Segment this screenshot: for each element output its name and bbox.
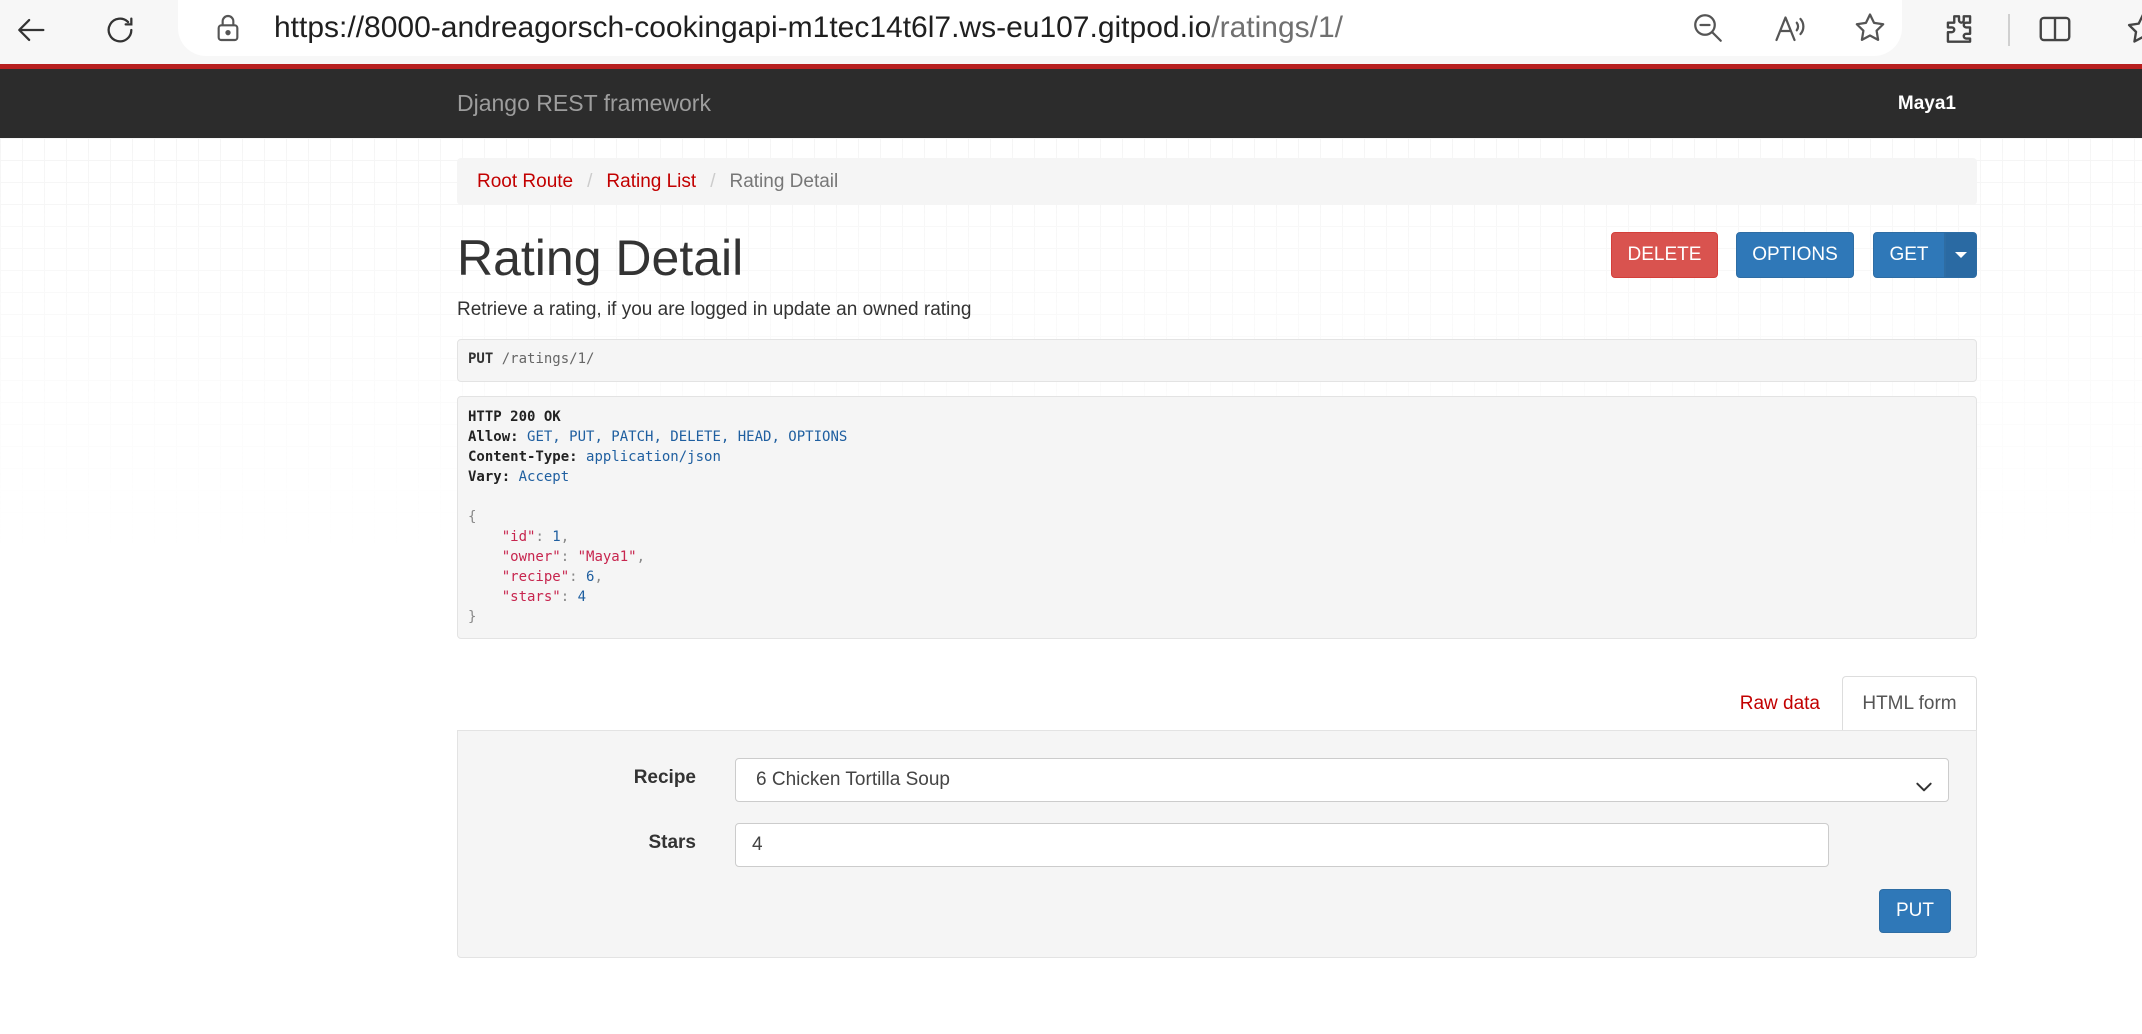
page-title: Rating Detail: [457, 230, 744, 286]
favorites-icon[interactable]: [2124, 10, 2142, 48]
tab-html-form[interactable]: HTML form: [1842, 676, 1977, 732]
url-path: /ratings/1/: [1211, 11, 1343, 44]
zoom-out-icon[interactable]: [1690, 10, 1726, 46]
stars-label: Stars: [648, 832, 696, 853]
user-menu[interactable]: Maya1: [1898, 69, 1956, 138]
lock-icon[interactable]: [212, 12, 244, 44]
breadcrumb-rating-detail: Rating Detail: [729, 170, 839, 192]
response-info: HTTP 200 OK Allow: GET, PUT, PATCH, DELE…: [457, 396, 1977, 639]
json-open-brace: {: [468, 509, 477, 525]
json-close-brace: }: [468, 609, 477, 625]
url-text[interactable]: https://8000-andreagorsch-cookingapi-m1t…: [274, 8, 1343, 48]
breadcrumb-separator: /: [587, 170, 593, 192]
request-info: PUT /ratings/1/: [457, 339, 1977, 382]
breadcrumb: Root Route / Rating List / Rating Detail: [457, 158, 1977, 205]
split-screen-icon[interactable]: [2036, 10, 2074, 48]
json-field: "recipe": 6,: [501, 569, 603, 585]
extensions-icon[interactable]: [1940, 10, 1978, 48]
stars-input[interactable]: 4: [735, 823, 1829, 867]
read-aloud-icon[interactable]: [1772, 10, 1808, 46]
response-header: Vary: Accept: [468, 469, 570, 485]
recipe-select[interactable]: 6 Chicken Tortilla Soup: [735, 758, 1949, 802]
options-button[interactable]: OPTIONS: [1736, 232, 1854, 278]
chevron-down-icon: [1914, 771, 1934, 792]
form-tabs: Raw data HTML form: [1680, 676, 1977, 732]
recipe-selected-value: 6 Chicken Tortilla Soup: [756, 769, 950, 790]
caret-down-icon: [1955, 252, 1967, 258]
breadcrumb-separator: /: [710, 170, 716, 192]
back-icon[interactable]: [10, 8, 54, 52]
page-description: Retrieve a rating, if you are logged in …: [457, 299, 972, 320]
json-field: "owner": "Maya1",: [501, 549, 646, 565]
favorite-star-icon[interactable]: [1852, 10, 1888, 46]
delete-button[interactable]: DELETE: [1611, 232, 1718, 278]
response-status: HTTP 200 OK: [468, 409, 561, 425]
navbar: Django REST framework Maya1: [0, 69, 2142, 138]
tab-raw-data[interactable]: Raw data: [1680, 676, 1840, 731]
recipe-label: Recipe: [633, 767, 696, 788]
json-field: "id": 1,: [501, 529, 570, 545]
brand-link[interactable]: Django REST framework: [457, 69, 711, 138]
refresh-icon[interactable]: [98, 8, 142, 52]
breadcrumb-rating-list[interactable]: Rating List: [606, 171, 696, 193]
address-bar[interactable]: https://8000-andreagorsch-cookingapi-m1t…: [178, 0, 1902, 56]
put-form: Recipe 6 Chicken Tortilla Soup Stars 4 P…: [457, 730, 1977, 958]
request-method: PUT: [468, 351, 494, 367]
put-button[interactable]: PUT: [1879, 889, 1951, 933]
response-header: Content-Type: application/json: [468, 449, 721, 465]
request-path: /ratings/1/: [501, 351, 595, 367]
browser-toolbar: https://8000-andreagorsch-cookingapi-m1t…: [0, 0, 2142, 64]
toolbar-divider: [2008, 14, 2010, 46]
response-header: Allow: GET, PUT, PATCH, DELETE, HEAD, OP…: [468, 429, 848, 445]
json-field: "stars": 4: [501, 589, 587, 605]
get-button[interactable]: GET: [1873, 232, 1945, 278]
url-host: https://8000-andreagorsch-cookingapi-m1t…: [274, 11, 1212, 44]
get-format-dropdown[interactable]: [1945, 232, 1977, 278]
breadcrumb-root-route[interactable]: Root Route: [477, 171, 573, 193]
